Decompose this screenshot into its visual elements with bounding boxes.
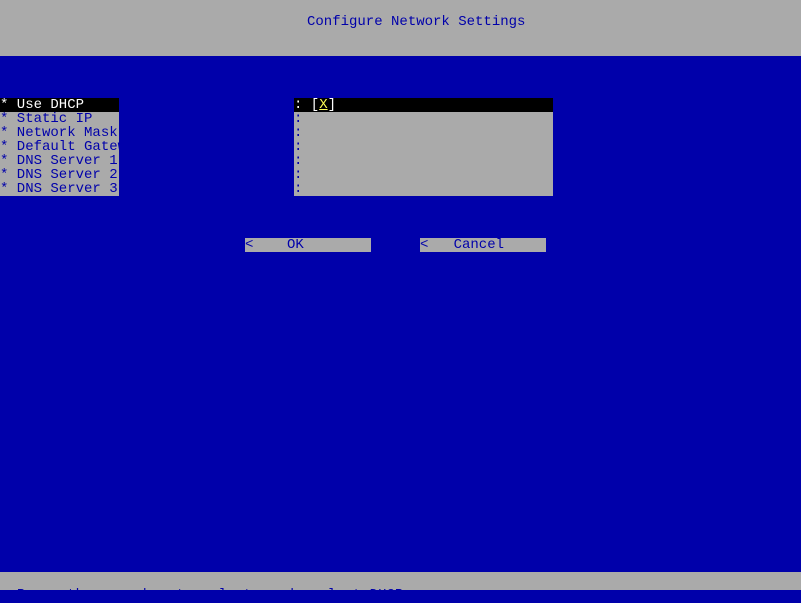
field-network-mask-label[interactable]: * Network Mask [0,126,119,140]
status-bar: Press the spacebar to select or de-selec… [0,572,801,590]
field-static-ip-label[interactable]: * Static IP [0,112,119,126]
field-dns-server-1-value[interactable]: : [294,154,553,168]
field-static-ip-value[interactable]: : [294,112,553,126]
dhcp-checkbox[interactable]: X [319,97,327,113]
field-network-mask-value[interactable]: : [294,126,553,140]
field-default-gateway-value[interactable]: : [294,140,553,154]
dialog-body: * Use DHCP * Static IP * Network Mask * … [0,56,801,572]
field-use-dhcp-value[interactable]: : [X] [294,98,553,112]
field-default-gateway-label[interactable]: * Default Gateway [0,140,119,154]
fields-values-column: : [X] : : : : : : [294,98,553,196]
dialog-title: Configure Network Settings [307,14,525,30]
fields-labels-column: * Use DHCP * Static IP * Network Mask * … [0,98,119,196]
field-use-dhcp-label[interactable]: * Use DHCP [0,98,119,112]
cancel-button[interactable]: < Cancel > [420,238,546,252]
field-dns-server-1-label[interactable]: * DNS Server 1 [0,154,119,168]
dialog-header: Configure Network Settings [0,0,801,56]
dialog-buttons: < OK > < Cancel > [245,238,546,252]
ok-button[interactable]: < OK > [245,238,371,252]
field-dns-server-3-label[interactable]: * DNS Server 3 [0,182,119,196]
field-dns-server-2-label[interactable]: * DNS Server 2 [0,168,119,182]
value-suffix: ] [328,97,336,113]
field-dns-server-3-value[interactable]: : [294,182,553,196]
field-dns-server-2-value[interactable]: : [294,168,553,182]
status-hint: Press the spacebar to select or de-selec… [17,587,403,603]
